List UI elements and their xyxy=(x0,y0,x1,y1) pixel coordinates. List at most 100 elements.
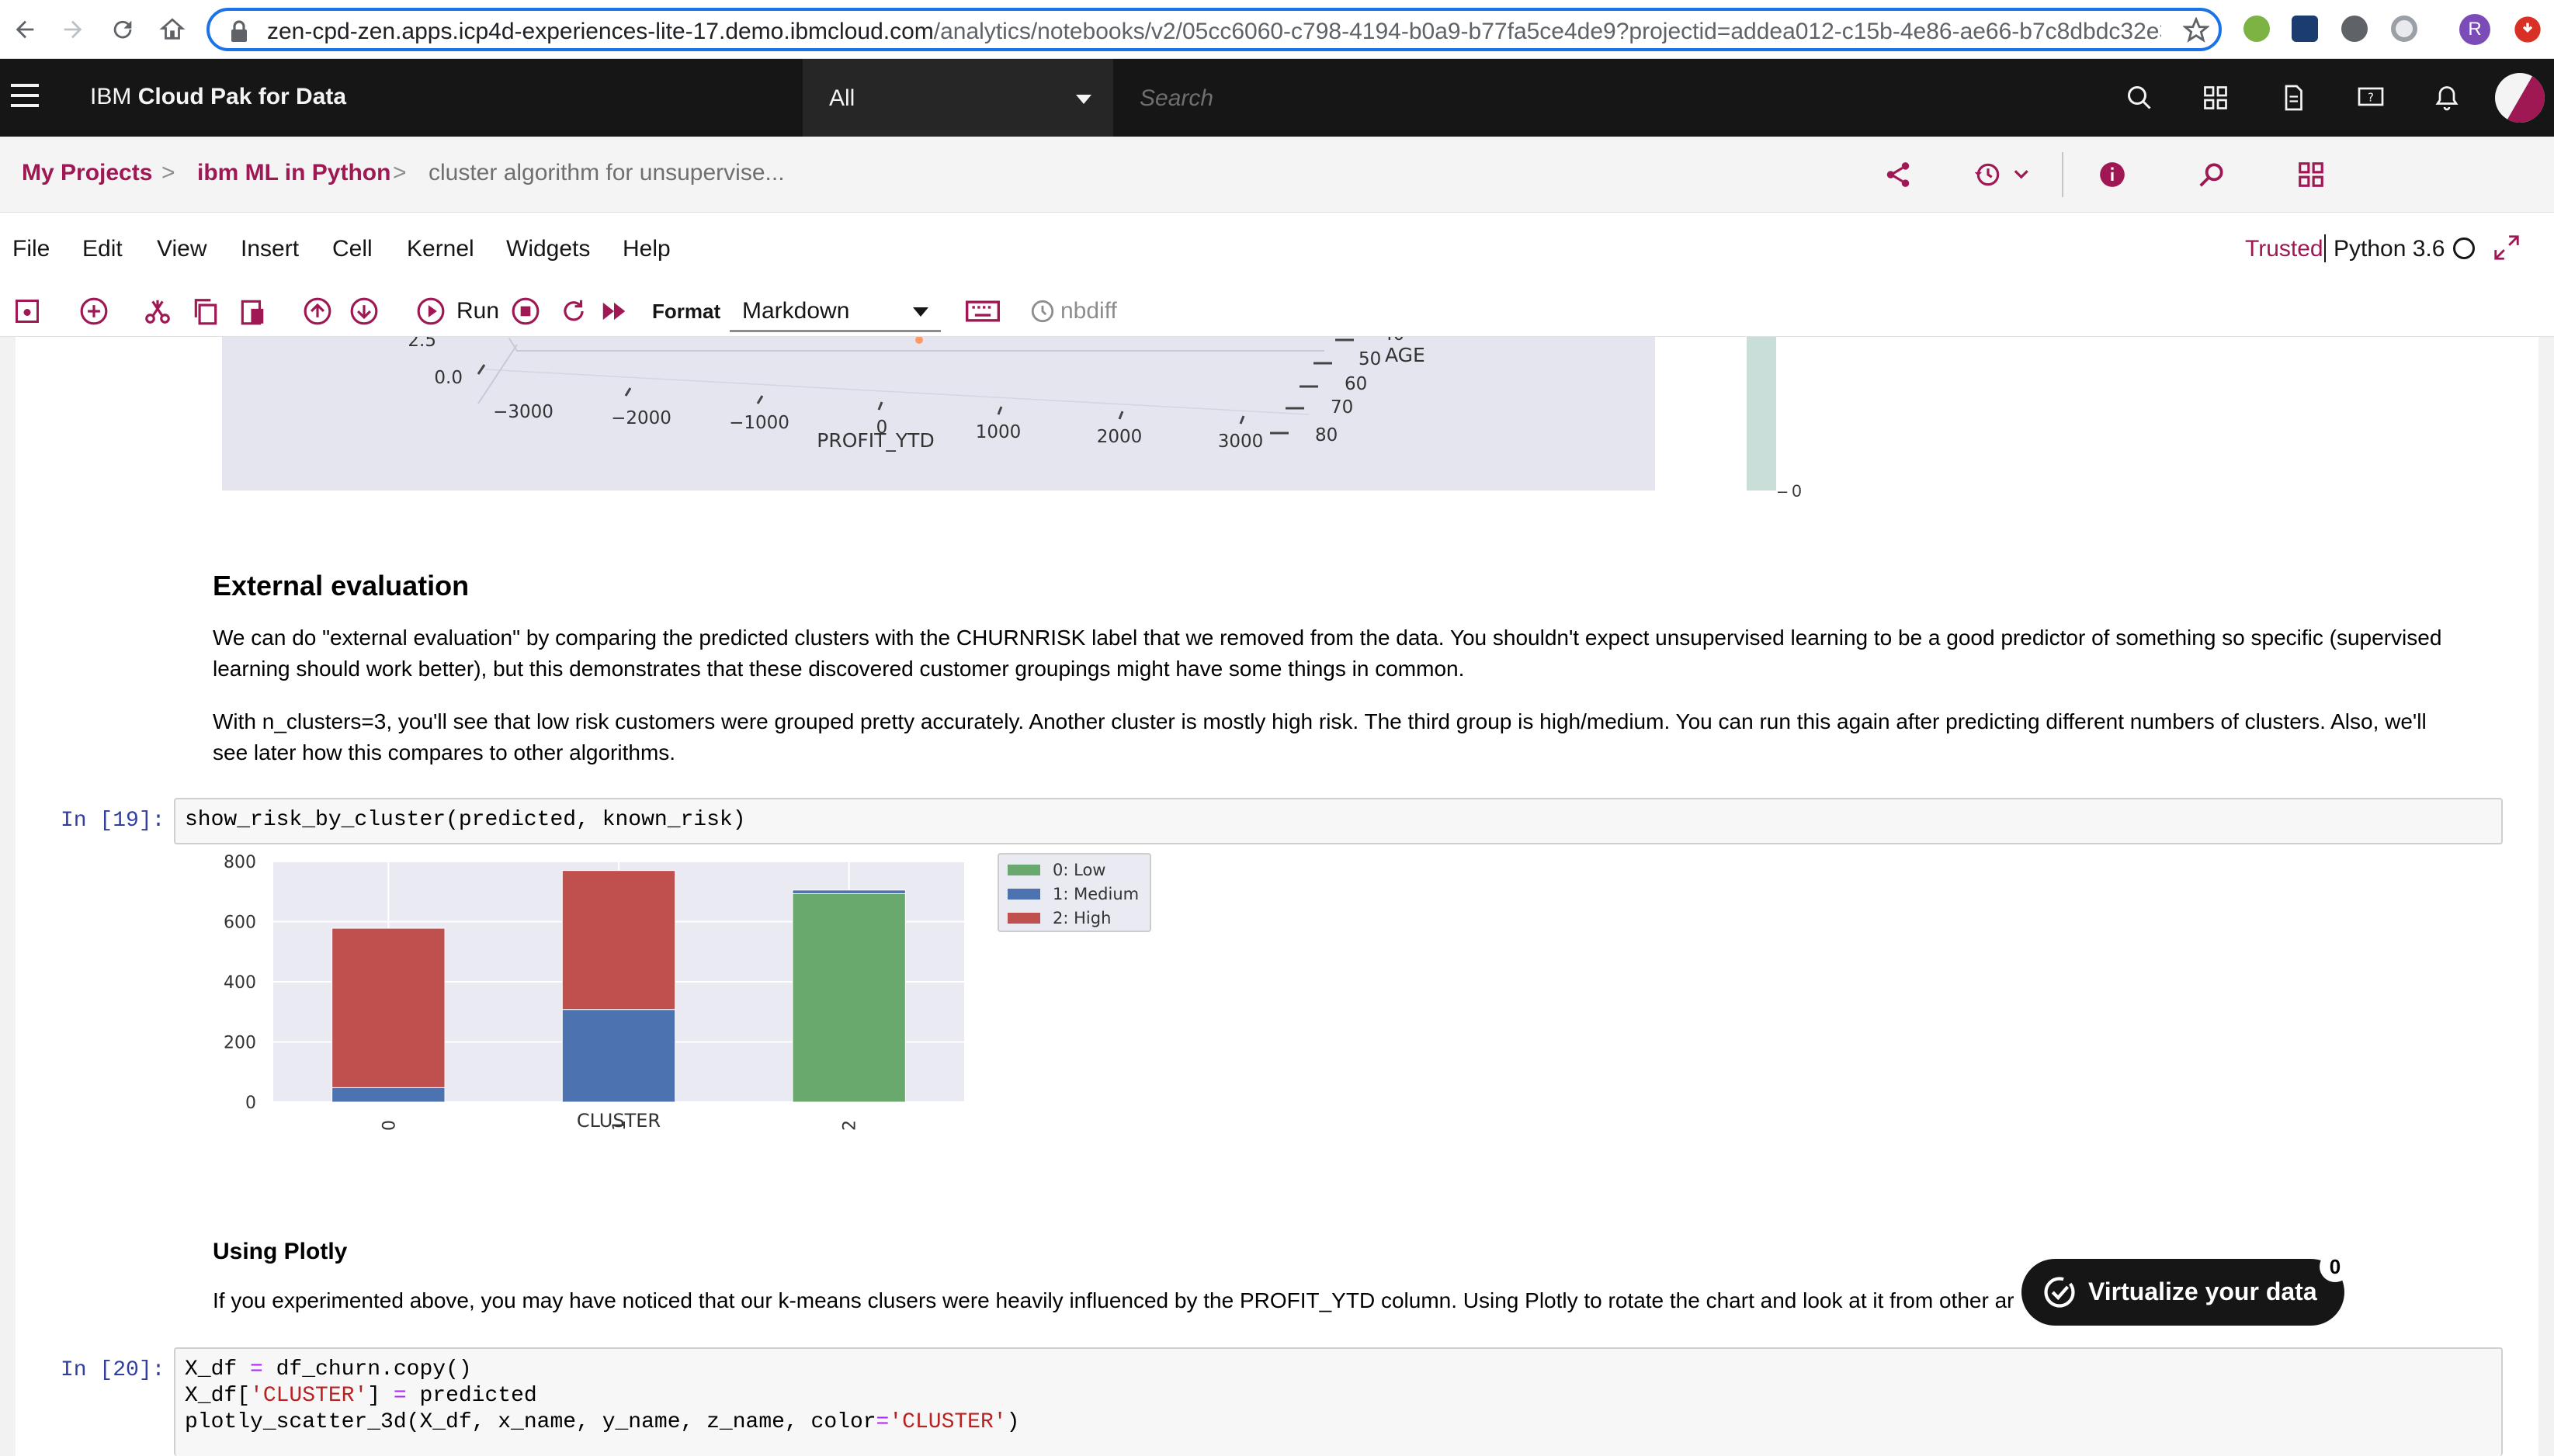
trusted-indicator[interactable]: Trusted xyxy=(2245,236,2323,262)
app-header: IBM Cloud Pak for Data All Search ? xyxy=(0,59,2554,137)
help-icon[interactable]: ? xyxy=(2351,78,2391,118)
code-line: show_risk_by_cluster(predicted, known_ri… xyxy=(185,808,746,832)
notebook-menubar: File Edit View Insert Cell Kernel Widget… xyxy=(0,213,2554,286)
menu-insert[interactable]: Insert xyxy=(241,236,299,262)
forward-arrow-icon[interactable] xyxy=(56,12,90,47)
cell-format-select[interactable]: Markdown xyxy=(730,289,941,332)
breadcrumb-separator: > xyxy=(393,160,407,185)
insert-cell-icon[interactable] xyxy=(78,295,110,328)
breadcrumb-project[interactable]: ibm ML in Python xyxy=(197,160,390,186)
code-line: X_df = df_churn.copy() xyxy=(185,1357,472,1381)
cell-prompt: In [19]: xyxy=(61,809,165,833)
markdown-line: learning should work better), but this d… xyxy=(213,657,1465,681)
menu-widgets[interactable]: Widgets xyxy=(506,236,590,262)
menu-help[interactable]: Help xyxy=(623,236,671,262)
legend-label: 0: Low xyxy=(1053,861,1105,879)
dashboard-grid-icon[interactable] xyxy=(2290,154,2332,196)
scrollbar-track[interactable] xyxy=(2538,337,2554,1456)
bookmark-star-icon[interactable] xyxy=(2181,16,2211,47)
info-icon[interactable] xyxy=(2091,154,2133,196)
y-tick-label: 600 xyxy=(224,913,256,933)
legend-label: 2: High xyxy=(1053,909,1111,927)
kernel-divider xyxy=(2324,234,2326,262)
chevron-down-icon xyxy=(1076,95,1091,104)
extension-circle-icon[interactable] xyxy=(2391,16,2417,42)
run-icon[interactable] xyxy=(415,295,447,328)
save-icon[interactable] xyxy=(11,295,43,328)
nbdiff-button[interactable]: nbdiff xyxy=(1060,298,1117,324)
checkmark-badge-icon xyxy=(2043,1276,2076,1312)
markdown-paragraph: We can do "external evaluation" by compa… xyxy=(213,622,2441,685)
global-search-input[interactable]: Search xyxy=(1113,59,2115,137)
menu-edit[interactable]: Edit xyxy=(82,236,123,262)
restart-icon[interactable] xyxy=(557,295,590,328)
plot3d-colorbar-tick: – 0 xyxy=(1778,481,1802,501)
extension-react-icon[interactable] xyxy=(2292,16,2318,42)
bar-segment xyxy=(331,1087,446,1103)
cut-icon[interactable] xyxy=(141,295,174,328)
expand-icon[interactable] xyxy=(2492,233,2521,266)
kernel-name[interactable]: Python 3.6 xyxy=(2334,236,2445,262)
plot3d-x-label: PROFIT_YTD xyxy=(817,429,934,452)
version-history-icon[interactable] xyxy=(1964,154,2042,196)
y-tick-label: 0 xyxy=(245,1094,256,1113)
paste-icon[interactable] xyxy=(236,295,269,328)
notebook-gutter xyxy=(0,337,16,1456)
bar-segment xyxy=(792,889,906,894)
extension-green-icon[interactable] xyxy=(2243,16,2270,42)
search-scope-dropdown[interactable]: All xyxy=(803,59,1113,137)
catalog-icon[interactable] xyxy=(2195,78,2236,118)
home-icon[interactable] xyxy=(155,12,189,47)
move-up-icon[interactable] xyxy=(301,295,334,328)
markdown-paragraph: With n_clusters=3, you'll see that low r… xyxy=(213,706,2427,768)
notification-bell-icon[interactable] xyxy=(2427,78,2467,118)
plot3d-y-tick: 2.5 xyxy=(408,337,436,351)
plot3d-x-tick: −2000 xyxy=(611,408,671,428)
bar-segment xyxy=(331,927,446,1088)
bar-segment xyxy=(561,870,676,1011)
copy-icon[interactable] xyxy=(189,295,222,328)
keyboard-icon[interactable] xyxy=(964,295,1001,328)
address-bar[interactable]: zen-cpd-zen.apps.icp4d-experiences-lite-… xyxy=(206,8,2222,51)
search-icon[interactable] xyxy=(2119,78,2160,118)
code-cell-input[interactable]: show_risk_by_cluster(predicted, known_ri… xyxy=(174,798,2503,844)
notebook-toolbar: Run Format Markdown nbdiff xyxy=(0,286,2554,337)
share-icon[interactable] xyxy=(1877,154,1919,196)
chrome-menu-icon[interactable] xyxy=(2512,14,2543,49)
run-button[interactable]: Run xyxy=(456,298,499,324)
browser-chrome: zen-cpd-zen.apps.icp4d-experiences-lite-… xyxy=(0,0,2554,59)
lock-icon xyxy=(230,20,248,46)
plot3d-output[interactable]: 2.5 0.0 −3000 −2000 −1000 0 1000 2000 30… xyxy=(222,337,1655,491)
svg-text:?: ? xyxy=(2368,91,2374,105)
find-replace-icon[interactable] xyxy=(2191,154,2233,196)
user-avatar[interactable] xyxy=(2493,71,2546,124)
breadcrumb: My Projects > ibm ML in Python > cluster… xyxy=(0,137,2554,213)
virtualize-data-button[interactable]: Virtualize your data xyxy=(2021,1259,2344,1326)
code-line: plotly_scatter_3d(X_df, x_name, y_name, … xyxy=(185,1410,1020,1434)
menu-view[interactable]: View xyxy=(157,236,206,262)
breadcrumb-my-projects[interactable]: My Projects xyxy=(22,160,152,186)
document-icon[interactable] xyxy=(2273,78,2313,118)
legend-swatch xyxy=(1008,913,1040,924)
stop-icon[interactable] xyxy=(509,295,542,328)
cell-format-value: Markdown xyxy=(742,298,850,324)
code-cell-input[interactable]: X_df = df_churn.copy() X_df['CLUSTER'] =… xyxy=(174,1347,2503,1456)
virtualize-label: Virtualize your data xyxy=(2088,1277,2317,1305)
back-arrow-icon[interactable] xyxy=(8,12,42,47)
hamburger-menu-icon[interactable] xyxy=(11,84,39,112)
breadcrumb-current: cluster algorithm for unsupervise... xyxy=(429,160,785,185)
bar-segment xyxy=(561,1009,676,1103)
fast-forward-icon[interactable] xyxy=(598,295,630,328)
menu-kernel[interactable]: Kernel xyxy=(407,236,474,262)
move-down-icon[interactable] xyxy=(348,295,380,328)
kernel-status-icon xyxy=(2453,237,2475,259)
product-name[interactable]: IBM Cloud Pak for Data xyxy=(90,84,346,110)
menu-cell[interactable]: Cell xyxy=(332,236,373,262)
menu-file[interactable]: File xyxy=(12,236,50,262)
reload-icon[interactable] xyxy=(106,12,140,47)
plot3d-x-tick: 2000 xyxy=(1097,427,1143,447)
extension-accessibility-icon[interactable] xyxy=(2341,16,2368,42)
y-tick-label: 400 xyxy=(224,973,256,993)
plot3d-colorbar xyxy=(1747,337,1776,491)
profile-avatar[interactable]: R xyxy=(2459,14,2490,45)
